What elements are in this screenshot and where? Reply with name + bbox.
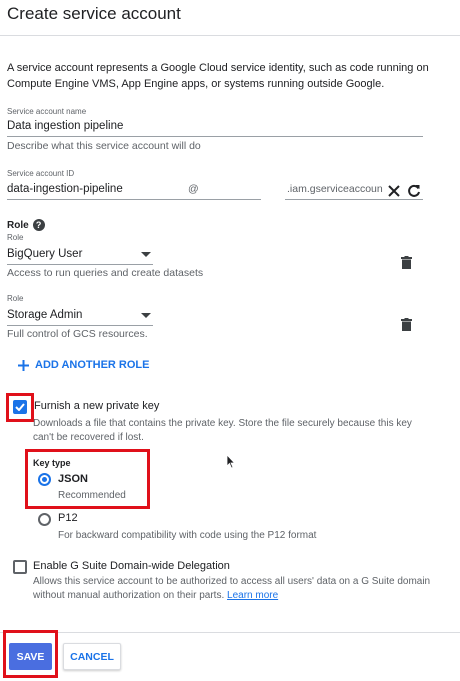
role-1-underline xyxy=(7,264,153,265)
private-key-label[interactable]: Furnish a new private key xyxy=(34,400,159,412)
service-account-name-input[interactable]: Data ingestion pipeline xyxy=(7,120,417,132)
p12-option-sub: For backward compatibility with code usi… xyxy=(58,530,317,541)
cancel-button[interactable]: CANCEL xyxy=(63,643,121,670)
role-1-label: Role xyxy=(7,233,24,242)
save-button[interactable]: SAVE xyxy=(9,643,52,670)
role-1-chevron-down-icon[interactable] xyxy=(141,252,151,257)
add-another-role-label: ADD ANOTHER ROLE xyxy=(35,359,150,371)
mouse-cursor-icon xyxy=(226,453,236,474)
role-2-select[interactable]: Storage Admin xyxy=(7,309,82,321)
json-option-sub: Recommended xyxy=(58,490,126,501)
role-2-chevron-down-icon[interactable] xyxy=(141,313,151,318)
delegation-label[interactable]: Enable G Suite Domain-wide Delegation xyxy=(33,560,230,572)
dialog-title: Create service account xyxy=(7,4,181,23)
add-another-role-button[interactable]: ADD ANOTHER ROLE xyxy=(18,359,149,371)
clear-icon[interactable] xyxy=(386,183,402,199)
key-type-label: Key type xyxy=(33,458,71,468)
delete-role-1-trash-icon[interactable] xyxy=(398,254,414,270)
refresh-icon[interactable] xyxy=(405,182,423,200)
role-2-label: Role xyxy=(7,294,24,303)
service-account-id-underline xyxy=(7,199,261,200)
service-account-name-hint: Describe what this service account will … xyxy=(7,140,201,152)
service-account-domain: .iam.gserviceaccoun xyxy=(287,183,383,195)
service-account-name-underline xyxy=(7,136,423,137)
header-divider xyxy=(0,35,460,36)
p12-option-label[interactable]: P12 xyxy=(58,512,78,524)
dialog-description: A service account represents a Google Cl… xyxy=(7,62,429,90)
service-account-name-label: Service account name xyxy=(7,107,87,116)
role-heading-label: Role xyxy=(7,219,29,231)
delegation-checkbox[interactable] xyxy=(13,560,27,574)
learn-more-link[interactable]: Learn more xyxy=(227,590,278,601)
private-key-description: Downloads a file that contains the priva… xyxy=(33,418,412,443)
role-1-select[interactable]: BigQuery User xyxy=(7,248,82,260)
plus-icon xyxy=(18,359,29,371)
service-account-id-input[interactable]: data-ingestion-pipeline xyxy=(7,183,182,195)
json-radio[interactable] xyxy=(38,473,51,486)
service-account-id-at: @ xyxy=(188,183,199,195)
private-key-checkbox[interactable] xyxy=(13,400,27,414)
service-account-id-label: Service account ID xyxy=(7,169,75,178)
checkmark-icon xyxy=(15,403,25,411)
role-1-description: Access to run queries and create dataset… xyxy=(7,267,204,279)
service-account-domain-underline xyxy=(285,199,423,200)
role-2-underline xyxy=(7,325,153,326)
delegation-description-block: Allows this service account to be author… xyxy=(33,575,433,603)
delete-role-2-trash-icon[interactable] xyxy=(398,316,414,332)
role-2-description: Full control of GCS resources. xyxy=(7,328,148,340)
role-heading: Role ? xyxy=(7,219,45,231)
json-option-label[interactable]: JSON xyxy=(58,473,88,485)
p12-radio[interactable] xyxy=(38,513,51,526)
help-icon[interactable]: ? xyxy=(32,219,45,231)
footer-divider xyxy=(0,632,460,633)
